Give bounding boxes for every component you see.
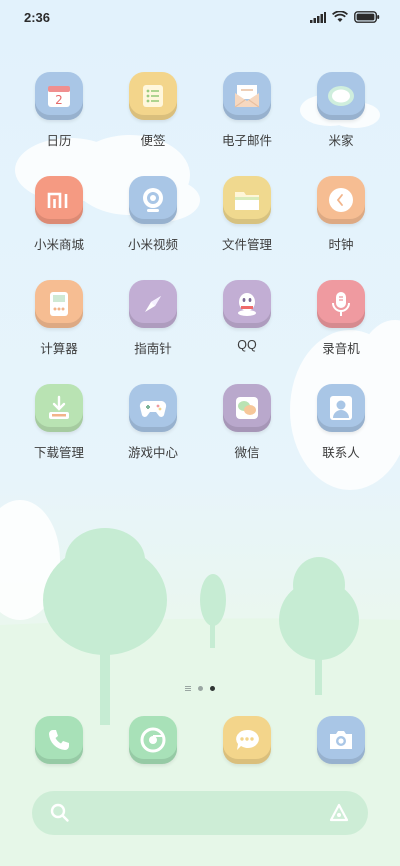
search-icon[interactable] bbox=[50, 803, 70, 823]
app-gamepad[interactable]: 游戏中心 bbox=[106, 384, 200, 488]
messages-icon[interactable] bbox=[223, 716, 271, 764]
calculator-icon[interactable] bbox=[35, 280, 83, 328]
app-label: 文件管理 bbox=[221, 238, 272, 252]
status-bar: 2:36 bbox=[0, 0, 400, 34]
app-label: 日历 bbox=[46, 134, 72, 148]
app-calculator[interactable]: 计算器 bbox=[12, 280, 106, 384]
battery-icon bbox=[354, 11, 380, 23]
app-label: 联系人 bbox=[322, 446, 360, 460]
compass-icon[interactable] bbox=[129, 280, 177, 328]
app-label: 米家 bbox=[328, 134, 354, 148]
page-dot-2[interactable] bbox=[198, 686, 203, 691]
page-dot-1[interactable] bbox=[185, 686, 191, 691]
gamepad-icon[interactable] bbox=[129, 384, 177, 432]
clock-icon[interactable] bbox=[317, 176, 365, 224]
app-label: 电子邮件 bbox=[221, 134, 272, 148]
camera-icon[interactable] bbox=[317, 716, 365, 764]
app-label: 下载管理 bbox=[33, 446, 84, 460]
app-folder[interactable]: 文件管理 bbox=[200, 176, 294, 280]
app-label: 小米视频 bbox=[127, 238, 178, 252]
qq-icon[interactable] bbox=[223, 280, 271, 328]
app-label: 便签 bbox=[140, 134, 166, 148]
recorder-icon[interactable] bbox=[317, 280, 365, 328]
app-email[interactable]: 电子邮件 bbox=[200, 72, 294, 176]
folder-icon[interactable] bbox=[223, 176, 271, 224]
app-label: 时钟 bbox=[328, 238, 354, 252]
app-label: 指南针 bbox=[134, 342, 172, 356]
app-compass[interactable]: 指南针 bbox=[106, 280, 200, 384]
app-recorder[interactable]: 录音机 bbox=[294, 280, 388, 384]
app-mijia[interactable]: 米家 bbox=[294, 72, 388, 176]
app-wechat[interactable]: 微信 bbox=[200, 384, 294, 488]
app-label: 计算器 bbox=[40, 342, 78, 356]
dock-phone[interactable] bbox=[12, 716, 106, 764]
app-contacts[interactable]: 联系人 bbox=[294, 384, 388, 488]
download-icon[interactable] bbox=[35, 384, 83, 432]
browser-icon[interactable] bbox=[129, 716, 177, 764]
wechat-icon[interactable] bbox=[223, 384, 271, 432]
app-video[interactable]: 小米视频 bbox=[106, 176, 200, 280]
notes-icon[interactable] bbox=[129, 72, 177, 120]
phone-icon[interactable] bbox=[35, 716, 83, 764]
mi-store-icon[interactable] bbox=[35, 176, 83, 224]
calendar-icon[interactable]: 2 bbox=[35, 72, 83, 120]
dock-browser[interactable] bbox=[106, 716, 200, 764]
dock-messages[interactable] bbox=[200, 716, 294, 764]
app-label: 录音机 bbox=[322, 342, 360, 356]
page-indicator bbox=[0, 686, 400, 691]
svg-text:2: 2 bbox=[55, 93, 63, 107]
app-download[interactable]: 下载管理 bbox=[12, 384, 106, 488]
app-label: 微信 bbox=[234, 446, 260, 460]
video-icon[interactable] bbox=[129, 176, 177, 224]
status-time: 2:36 bbox=[24, 10, 51, 25]
app-grid: 2 日历 便签 电子邮件 米家小米商城 小米视频 文件管理 时钟计算器 指南针 QQ 录音机下载管理… bbox=[12, 72, 388, 488]
app-qq[interactable]: QQ bbox=[200, 280, 294, 384]
contacts-icon[interactable] bbox=[317, 384, 365, 432]
page-dot-3[interactable] bbox=[210, 686, 215, 691]
wifi-icon bbox=[332, 11, 348, 22]
app-notes[interactable]: 便签 bbox=[106, 72, 200, 176]
email-icon[interactable] bbox=[223, 72, 271, 120]
app-label: QQ bbox=[237, 338, 257, 352]
dock bbox=[12, 716, 388, 764]
app-label: 小米商城 bbox=[33, 238, 84, 252]
dock-camera[interactable] bbox=[294, 716, 388, 764]
app-calendar[interactable]: 2 日历 bbox=[12, 72, 106, 176]
signal-icon bbox=[310, 11, 326, 23]
app-mi-store[interactable]: 小米商城 bbox=[12, 176, 106, 280]
app-clock[interactable]: 时钟 bbox=[294, 176, 388, 280]
app-label: 游戏中心 bbox=[127, 446, 178, 460]
assistant-icon[interactable] bbox=[328, 802, 350, 824]
mijia-icon[interactable] bbox=[317, 72, 365, 120]
search-bar[interactable] bbox=[32, 791, 368, 835]
